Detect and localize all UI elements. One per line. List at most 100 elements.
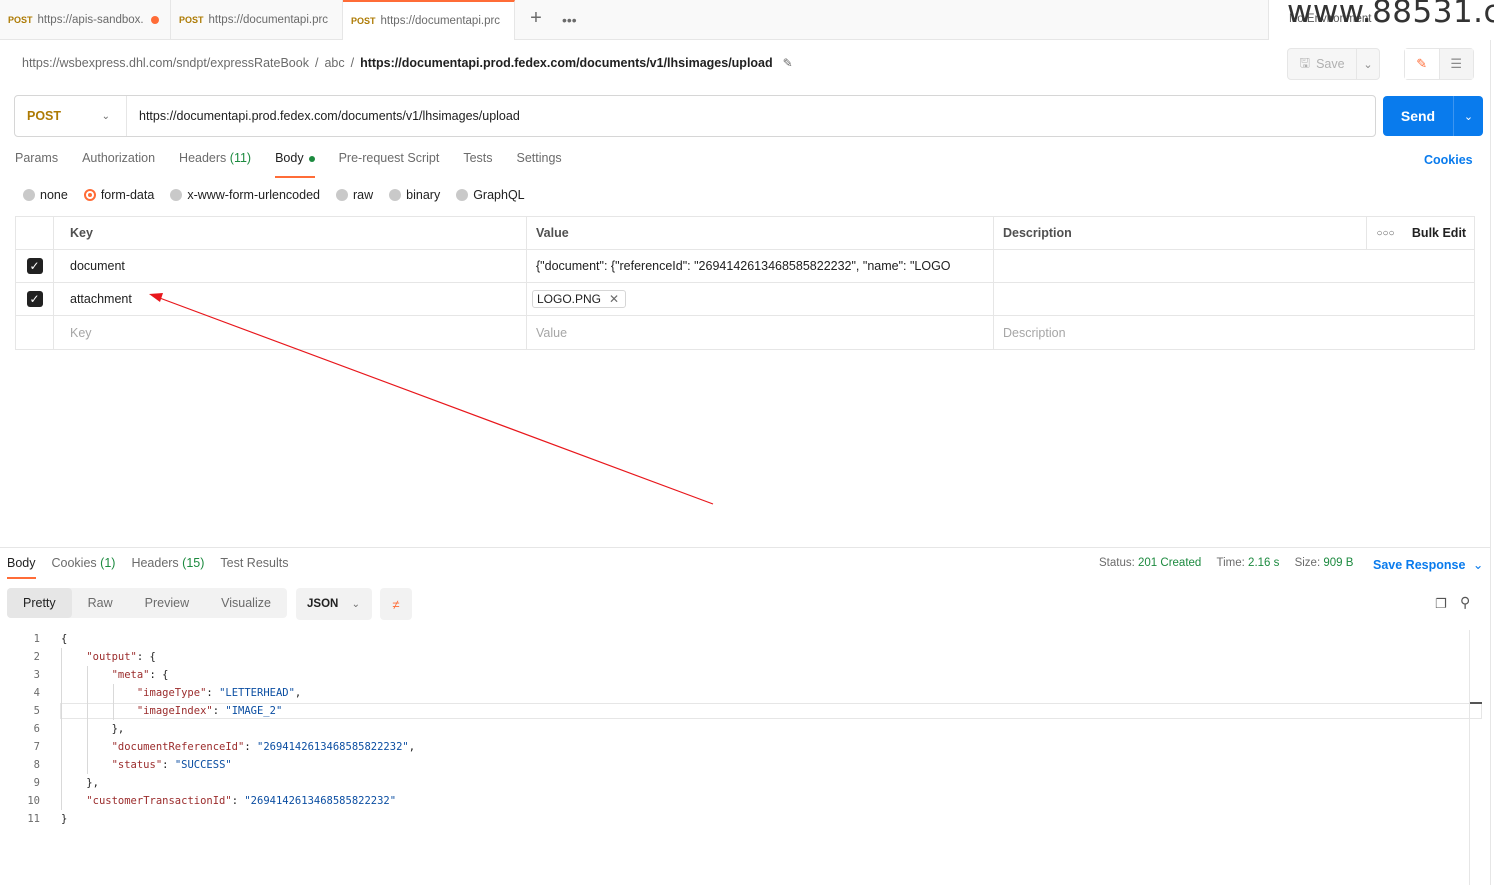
rename-pencil-icon[interactable]: ✎: [783, 56, 793, 70]
line-number: 3: [33, 669, 40, 681]
view-preview[interactable]: Preview: [129, 588, 205, 618]
row-key[interactable]: attachment: [54, 283, 527, 315]
method-select[interactable]: POST ⌄: [15, 96, 127, 136]
chevron-down-icon: ⌄: [351, 598, 360, 610]
row-key[interactable]: document: [54, 250, 527, 282]
save-dropdown-chevron-icon[interactable]: ⌄: [1356, 48, 1380, 80]
time-value[interactable]: 2.16 s: [1248, 557, 1279, 569]
line-number: 5: [33, 705, 40, 717]
tab-params[interactable]: Params: [15, 151, 58, 177]
response-divider[interactable]: [0, 547, 1490, 548]
tab-method: POST: [351, 16, 376, 26]
view-mode-toggle: ✎ ☰: [1404, 48, 1474, 80]
radio-raw[interactable]: raw: [336, 188, 373, 202]
tab-pre-request-script[interactable]: Pre-request Script: [339, 151, 440, 177]
tab-headers[interactable]: Headers (11): [179, 151, 251, 177]
breadcrumb-request-name[interactable]: https://documentapi.prod.fedex.com/docum…: [360, 56, 773, 70]
response-tab-headers[interactable]: Headers (15): [131, 556, 204, 579]
line-number: 11: [27, 813, 40, 825]
more-tabs-ellipsis-icon[interactable]: •••: [562, 12, 577, 28]
save-response-button[interactable]: Save Response ⌄: [1373, 557, 1483, 572]
tab-method: POST: [8, 15, 33, 25]
response-tab-body[interactable]: Body: [7, 556, 36, 579]
line-content: },: [61, 777, 99, 789]
breadcrumb-collection[interactable]: https://wsbexpress.dhl.com/sndpt/express…: [22, 56, 309, 70]
response-tab-test-results[interactable]: Test Results: [220, 556, 288, 579]
tab-settings[interactable]: Settings: [517, 151, 562, 177]
status-badge[interactable]: 201 Created: [1138, 557, 1201, 569]
copy-icon[interactable]: ❐: [1435, 596, 1447, 612]
send-button[interactable]: Send: [1383, 96, 1453, 136]
tab-tests[interactable]: Tests: [463, 151, 492, 177]
tab-authorization[interactable]: Authorization: [82, 151, 155, 177]
row-checkbox-checked-icon[interactable]: ✓: [26, 258, 43, 274]
line-number: 9: [33, 777, 40, 789]
line-number: 10: [27, 795, 40, 807]
format-select[interactable]: JSON ⌄: [296, 588, 372, 620]
response-tab-cookies[interactable]: Cookies (1): [52, 556, 116, 579]
scrollbar-marker: [1470, 702, 1482, 704]
row-checkbox-cell: ✓: [16, 250, 54, 282]
new-tab-plus-icon[interactable]: +: [526, 8, 546, 29]
view-visualize[interactable]: Visualize: [205, 588, 287, 618]
request-tab-1[interactable]: POST https://apis-sandbox.: [0, 0, 171, 40]
method-label: POST: [27, 109, 62, 123]
breadcrumb-folder[interactable]: abc: [324, 56, 344, 70]
tab-label: Cookies: [51, 556, 97, 570]
code-line: 8 "status": "SUCCESS": [0, 756, 1470, 774]
radio-binary[interactable]: binary: [389, 188, 440, 202]
bulk-edit-button[interactable]: Bulk Edit: [1404, 217, 1474, 249]
search-icon[interactable]: ⚲: [1460, 594, 1470, 611]
column-options-ellipsis-icon[interactable]: ○○○: [1366, 217, 1404, 249]
wrap-lines-icon[interactable]: ≠: [380, 588, 412, 620]
environment-selector[interactable]: No Environment www.88531.cn: [1268, 0, 1494, 40]
radio-label: none: [40, 188, 68, 202]
chevron-down-icon: ⌄: [101, 110, 110, 122]
size-label: Size:: [1294, 557, 1321, 569]
row-description[interactable]: [994, 283, 1474, 315]
line-content: "meta": {: [111, 669, 169, 681]
breadcrumb: https://wsbexpress.dhl.com/sndpt/express…: [22, 56, 793, 70]
format-label: JSON: [307, 598, 339, 610]
tab-label: Authorization: [82, 151, 156, 165]
new-description-input[interactable]: Description: [994, 316, 1474, 349]
code-line: 4 "imageType": "LETTERHEAD",: [0, 684, 1470, 702]
radio-x-www-form-urlencoded[interactable]: x-www-form-urlencoded: [170, 188, 320, 202]
panel-edge: [1490, 40, 1491, 885]
edit-pencil-icon[interactable]: ✎: [1405, 49, 1440, 79]
row-value[interactable]: {"document": {"referenceId": "2694142613…: [527, 250, 994, 282]
save-button[interactable]: 🖫 Save: [1287, 48, 1357, 80]
row-description[interactable]: [994, 250, 1474, 282]
line-content: },: [61, 723, 125, 735]
new-key-input[interactable]: Key: [54, 316, 527, 349]
documentation-icon[interactable]: ☰: [1439, 49, 1473, 79]
file-chip[interactable]: LOGO.PNG ✕: [532, 290, 627, 308]
editor-scrollbar[interactable]: [1469, 630, 1470, 885]
tab-label: Body: [275, 151, 304, 165]
request-tab-2[interactable]: POST https://documentapi.prc: [171, 0, 343, 40]
size-value[interactable]: 909 B: [1323, 557, 1353, 569]
request-tab-3[interactable]: POST https://documentapi.prc: [343, 0, 515, 40]
table-row: ✓ document {"document": {"referenceId": …: [16, 250, 1474, 283]
code-line: 9 },: [0, 774, 1470, 792]
tab-label: Pre-request Script: [338, 151, 440, 165]
tab-body[interactable]: Body: [275, 151, 315, 178]
new-value-input[interactable]: Value: [527, 316, 994, 349]
breadcrumb-separator: /: [350, 56, 355, 70]
response-code-editor[interactable]: 1{2 "output": {3 "meta": {4 "imageType":…: [0, 630, 1470, 828]
radio-form-data[interactable]: form-data: [83, 188, 154, 202]
url-input[interactable]: https://documentapi.prod.fedex.com/docum…: [139, 96, 1339, 136]
view-raw[interactable]: Raw: [72, 588, 129, 618]
response-view-toggle: Pretty Raw Preview Visualize: [7, 588, 287, 618]
radio-none[interactable]: none: [23, 188, 68, 202]
view-pretty[interactable]: Pretty: [7, 588, 72, 618]
row-checkbox-checked-icon[interactable]: ✓: [26, 291, 43, 307]
cookies-link[interactable]: Cookies: [1424, 153, 1473, 167]
radio-label: x-www-form-urlencoded: [187, 188, 320, 202]
send-dropdown-chevron-icon[interactable]: ⌄: [1453, 96, 1483, 136]
remove-file-close-icon[interactable]: ✕: [609, 292, 619, 306]
body-type-radios: none form-data x-www-form-urlencoded raw…: [23, 188, 541, 202]
radio-graphql[interactable]: GraphQL: [456, 188, 525, 202]
line-content: "status": "SUCCESS": [111, 759, 232, 771]
response-tabs: Body Cookies (1) Headers (15) Test Resul…: [7, 556, 305, 579]
